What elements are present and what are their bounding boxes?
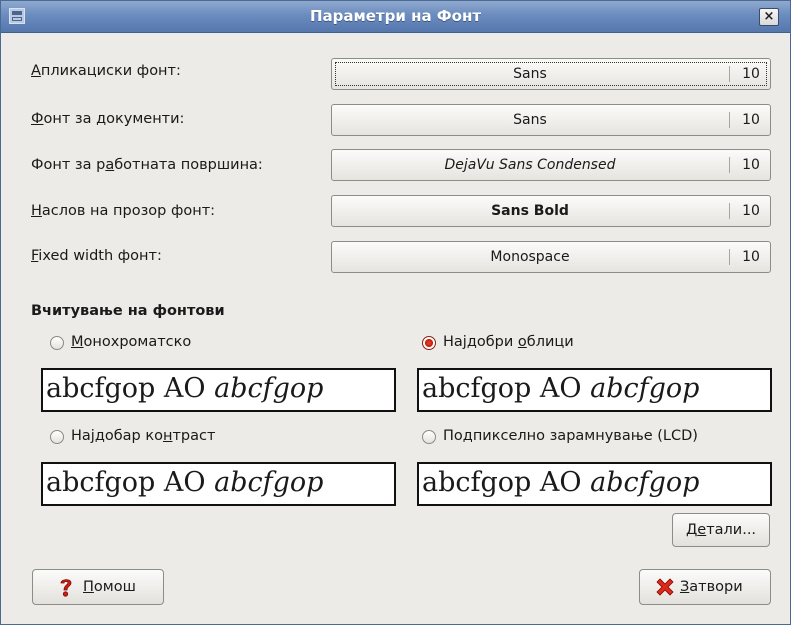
document-font-label: Фонт за документи: [31, 111, 185, 127]
best-contrast-label[interactable]: Најдобар контраст [71, 428, 215, 444]
close-window-button[interactable]: × [759, 8, 779, 26]
window-title-font-name: Sans Bold [491, 203, 569, 219]
fixed-width-font-name: Monospace [490, 249, 570, 265]
application-font-button[interactable]: Sans 10 [331, 58, 771, 90]
best-contrast-radio[interactable] [50, 430, 64, 444]
window-title-font-label: Наслов на прозор фонт: [31, 203, 216, 219]
desktop-font-name: DejaVu Sans Condensed [444, 157, 616, 173]
help-button[interactable]: Помош [32, 569, 164, 605]
red-x-icon [656, 578, 674, 596]
font-preferences-window: Параметри на Фонт × Апликациски фонт: Sa… [0, 0, 791, 625]
question-mark-icon [60, 579, 72, 597]
fixed-width-font-button[interactable]: Monospace 10 [331, 241, 771, 273]
desktop-font-label: Фонт за работната површина: [31, 157, 263, 173]
best-shapes-radio[interactable] [422, 336, 436, 350]
title-bar[interactable]: Параметри на Фонт × [1, 1, 790, 33]
best-contrast-sample[interactable]: abcfgop AO abcfgop [41, 462, 396, 506]
font-rendering-heading: Вчитување на фонтови [31, 303, 225, 319]
application-font-name: Sans [513, 66, 547, 82]
best-shapes-sample[interactable]: abcfgop AO abcfgop [417, 368, 772, 412]
help-label: Помош [83, 579, 136, 595]
document-font-button[interactable]: Sans 10 [331, 104, 771, 136]
desktop-font-size: 10 [742, 157, 760, 173]
desktop-font-button[interactable]: DejaVu Sans Condensed 10 [331, 149, 771, 181]
document-font-name: Sans [513, 112, 547, 128]
details-button[interactable]: Детали... [672, 513, 770, 547]
close-button[interactable]: Затвори [639, 569, 771, 605]
document-font-size: 10 [742, 112, 760, 128]
best-shapes-label[interactable]: Најдобри облици [443, 334, 574, 350]
subpixel-radio[interactable] [422, 430, 436, 444]
application-font-label: Апликациски фонт: [31, 63, 181, 79]
window-title: Параметри на Фонт [309, 7, 482, 25]
window-title-font-button[interactable]: Sans Bold 10 [331, 195, 771, 227]
window-title-font-size: 10 [742, 203, 760, 219]
subpixel-sample[interactable]: abcfgop AO abcfgop [417, 462, 772, 506]
fixed-width-font-size: 10 [742, 249, 760, 265]
monochrome-radio[interactable] [50, 336, 64, 350]
subpixel-label[interactable]: Подпикселно зарамнување (LCD) [443, 428, 698, 444]
close-label: Затвори [680, 579, 743, 595]
monochrome-sample[interactable]: abcfgop AO abcfgop [41, 368, 396, 412]
monochrome-label[interactable]: Монохроматско [71, 334, 191, 350]
fixed-width-font-label: Fixed width фонт: [31, 248, 162, 264]
application-font-size: 10 [742, 66, 760, 82]
